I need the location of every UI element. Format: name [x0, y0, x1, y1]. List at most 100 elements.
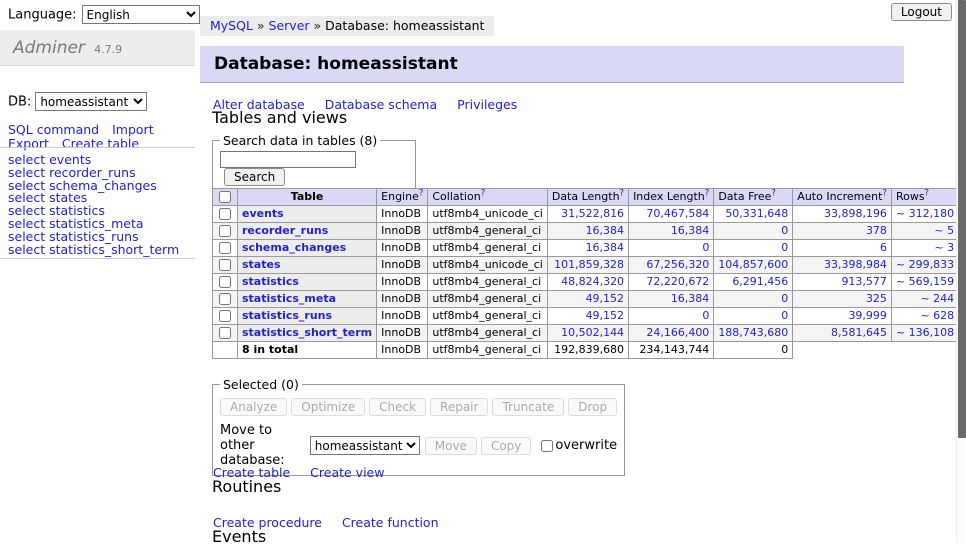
app-name: Adminer: [13, 38, 85, 58]
table-name-cell: statistics_short_term: [238, 325, 377, 342]
row-checkbox[interactable]: [219, 242, 231, 254]
row-checkbox[interactable]: [219, 293, 231, 305]
rows-count-link[interactable]: ~ 569,159: [896, 275, 954, 288]
row-select-cell: [213, 325, 238, 342]
index-length-cell: 0: [629, 240, 714, 257]
column-help-link[interactable]: ?: [925, 188, 930, 198]
logout-button[interactable]: Logout: [891, 3, 952, 21]
move-action-button: Copy: [481, 437, 531, 455]
table-name-link[interactable]: schema_changes: [242, 241, 346, 254]
column-help-link[interactable]: ?: [620, 188, 625, 198]
total-data-free-cell: 0: [714, 342, 793, 359]
auto-increment-cell: 913,577: [793, 274, 892, 291]
table-name-link[interactable]: events: [242, 207, 284, 220]
table-name-cell: statistics_meta: [238, 291, 377, 308]
move-db-select[interactable]: homeassistant: [310, 436, 420, 455]
search-fieldset: Search data in tables (8) Search: [212, 133, 416, 194]
column-header-data-length: Data Length?: [547, 189, 628, 206]
routine-link[interactable]: Create function: [342, 515, 439, 530]
table-name-link[interactable]: statistics_runs: [242, 309, 332, 322]
row-checkbox[interactable]: [219, 327, 231, 339]
table-name-link[interactable]: statistics_short_term: [242, 326, 372, 339]
selected-action-button: Optimize: [291, 398, 365, 416]
column-header-engine: Engine?: [377, 189, 428, 206]
total-empty-cell: [213, 342, 238, 359]
sidebar-action-link[interactable]: SQL command: [8, 123, 99, 136]
row-select-cell: [213, 308, 238, 325]
index-length-cell: 67,256,320: [629, 257, 714, 274]
table-name-link[interactable]: states: [242, 258, 281, 271]
collation-cell: utf8mb4_general_ci: [428, 240, 547, 257]
sidebar-table-link[interactable]: select statistics_short_term: [8, 244, 179, 257]
column-help-link[interactable]: ?: [705, 188, 710, 198]
row-checkbox[interactable]: [219, 310, 231, 322]
table-name-link[interactable]: recorder_runs: [242, 224, 328, 237]
data-length-cell: 49,152: [547, 291, 628, 308]
data-length-cell: 10,502,144: [547, 325, 628, 342]
table-row: eventsInnoDButf8mb4_unicode_ci31,522,816…: [213, 206, 966, 223]
sidebar-divider: [0, 147, 195, 148]
table-row: statistics_short_term InnoDButf8mb4_gener…: [213, 325, 966, 342]
table-name-cell: states: [238, 257, 377, 274]
rows-count-link[interactable]: ~ 628: [920, 309, 954, 322]
breadcrumb-link[interactable]: MySQL: [210, 18, 253, 33]
create-link[interactable]: Create view: [310, 465, 384, 480]
selected-actions: AnalyzeOptimizeCheckRepairTruncateDrop: [220, 398, 617, 416]
rows-count-link[interactable]: ~ 5: [934, 224, 954, 237]
engine-cell: InnoDB: [377, 325, 428, 342]
row-checkbox[interactable]: [219, 225, 231, 237]
page-title: Database: homeassistant: [200, 46, 904, 83]
sidebar-divider: [0, 258, 195, 259]
row-select-cell: [213, 206, 238, 223]
rows-count-link[interactable]: ~ 312,180: [896, 207, 954, 220]
move-buttons: MoveCopy: [425, 437, 532, 455]
row-select-cell: [213, 257, 238, 274]
selected-legend: Selected (0): [220, 377, 302, 392]
sidebar-action-links: SQL commandImportExportCreate table: [8, 123, 186, 150]
collation-cell: utf8mb4_unicode_ci: [428, 257, 547, 274]
search-input[interactable]: [220, 151, 356, 168]
table-name-link[interactable]: statistics: [242, 275, 299, 288]
rows-cell: ~ 3: [891, 240, 958, 257]
collation-cell: utf8mb4_general_ci: [428, 325, 547, 342]
table-row: statesInnoDButf8mb4_unicode_ci101,859,32…: [213, 257, 966, 274]
db-nav-link[interactable]: Privileges: [457, 97, 517, 112]
auto-increment-cell: 378: [793, 223, 892, 240]
engine-cell: InnoDB: [377, 223, 428, 240]
search-button[interactable]: Search: [224, 168, 285, 186]
rows-count-link[interactable]: ~ 299,833: [896, 258, 954, 271]
move-row: Move to other database: homeassistant Mo…: [220, 423, 617, 468]
sidebar-action-link[interactable]: Import: [112, 123, 154, 136]
breadcrumb-link[interactable]: Server: [269, 18, 310, 33]
select-all-checkbox[interactable]: [219, 191, 231, 203]
column-help-link[interactable]: ?: [882, 188, 887, 198]
selected-action-button: Repair: [430, 398, 488, 416]
column-help-link[interactable]: ?: [419, 188, 424, 198]
index-length-cell: 72,220,672: [629, 274, 714, 291]
language-label: Language:: [8, 8, 77, 23]
vertical-scrollbar[interactable]: [956, 0, 966, 543]
index-length-cell: 24,166,400: [629, 325, 714, 342]
data-length-cell: 48,824,320: [547, 274, 628, 291]
column-header-table: Table: [238, 189, 377, 206]
scrollbar-thumb[interactable]: [958, 0, 966, 438]
routines-heading: Routines: [212, 477, 281, 496]
db-select[interactable]: homeassistant: [35, 92, 147, 111]
rows-count-link[interactable]: ~ 136,108: [896, 326, 954, 339]
rows-count-link[interactable]: ~ 3: [934, 241, 954, 254]
column-header-auto-increment: Auto Increment?: [793, 189, 892, 206]
breadcrumb-separator: »: [310, 18, 326, 33]
table-name-link[interactable]: statistics_meta: [242, 292, 336, 305]
overwrite-checkbox[interactable]: [541, 440, 553, 452]
data-free-cell: 104,857,600: [714, 257, 793, 274]
column-help-link[interactable]: ?: [481, 188, 486, 198]
rows-count-link[interactable]: ~ 244: [920, 292, 954, 305]
language-select[interactable]: English: [82, 5, 200, 24]
data-free-cell: 0: [714, 240, 793, 257]
row-checkbox[interactable]: [219, 208, 231, 220]
row-checkbox[interactable]: [219, 276, 231, 288]
row-checkbox[interactable]: [219, 259, 231, 271]
tables-heading: Tables and views: [212, 108, 347, 127]
column-help-link[interactable]: ?: [771, 188, 776, 198]
table-name-cell: schema_changes: [238, 240, 377, 257]
